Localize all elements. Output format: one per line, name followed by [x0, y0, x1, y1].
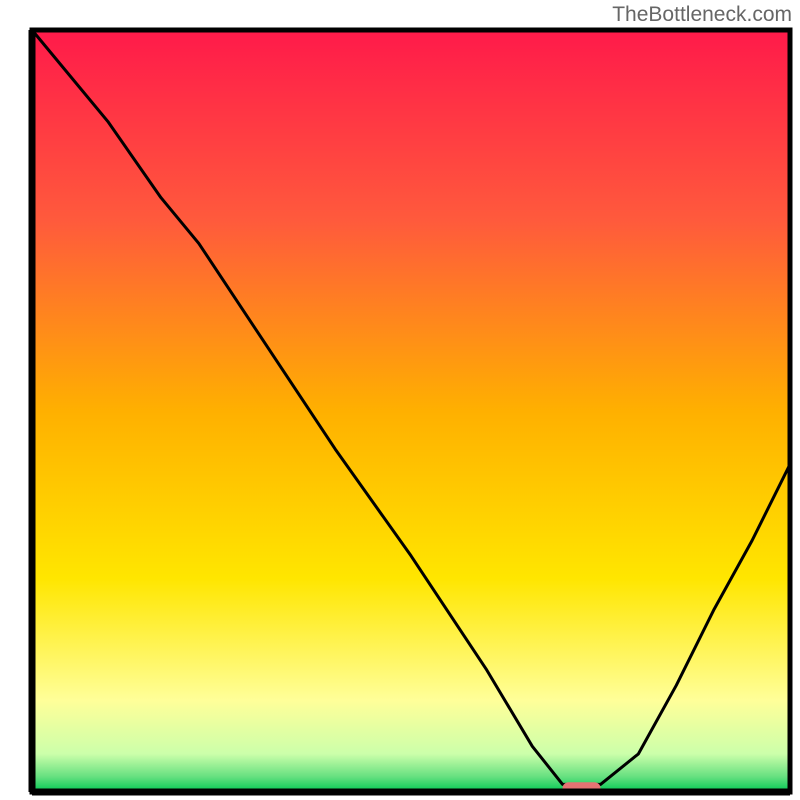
bottleneck-chart — [0, 0, 800, 800]
gradient-background — [32, 30, 790, 792]
watermark-text: TheBottleneck.com — [612, 3, 792, 27]
chart-container: TheBottleneck.com — [0, 0, 800, 800]
